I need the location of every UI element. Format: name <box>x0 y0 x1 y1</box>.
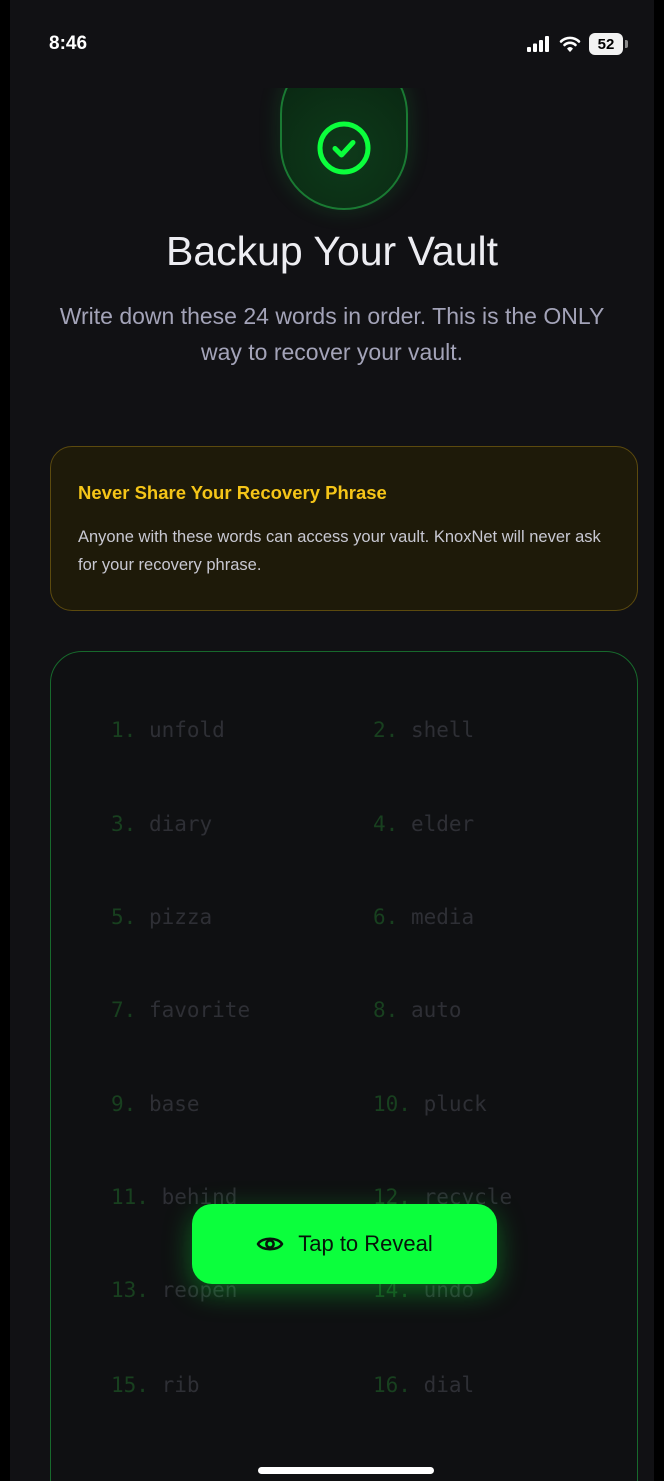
eye-icon <box>256 1237 284 1251</box>
word-number: 6. <box>373 905 399 929</box>
word-number: 11. <box>111 1185 149 1209</box>
word-number: 1. <box>111 718 137 742</box>
word-text: base <box>148 1092 200 1116</box>
word-text: auto <box>410 998 462 1022</box>
phrase-word-16: 16. dial <box>373 1363 603 1407</box>
signal-icon <box>527 36 549 52</box>
status-time: 8:46 <box>49 33 88 54</box>
phrase-word-6: 6. media <box>373 895 603 939</box>
phrase-word-10: 10. pluck <box>373 1082 603 1126</box>
warning-body: Anyone with these words can access your … <box>78 528 601 574</box>
page-title: Backup Your Vault <box>165 228 499 274</box>
phrase-word-7: 7. favorite <box>111 988 341 1032</box>
word-number: 4. <box>373 812 399 836</box>
word-text: pluck <box>423 1092 487 1116</box>
recovery-phrase-card: 1. unfold 2. shell 3. diary 4. elder 5. … <box>50 651 638 1481</box>
status-bar: 8:46 52 <box>10 0 654 88</box>
home-indicator <box>258 1467 434 1474</box>
phrase-word-4: 4. elder <box>373 802 603 846</box>
phrase-word-5: 5. pizza <box>111 895 341 939</box>
phrase-word-2: 2. shell <box>373 708 603 752</box>
phrase-word-3: 3. diary <box>111 802 341 846</box>
word-number: 13. <box>111 1278 149 1302</box>
reveal-button-label: Tap to Reveal <box>298 1231 433 1256</box>
battery-level: 52 <box>589 33 623 55</box>
word-text: diary <box>148 812 213 836</box>
phrase-word-8: 8. auto <box>373 988 603 1032</box>
battery-icon: 52 <box>589 33 628 55</box>
word-text: rib <box>161 1373 200 1397</box>
word-text: shell <box>410 718 475 742</box>
battery-cap <box>625 40 628 48</box>
warning-title: Never Share Your Recovery Phrase <box>78 482 387 503</box>
phrase-word-1: 1. unfold <box>111 708 341 752</box>
check-circle-icon <box>317 121 371 175</box>
phrase-word-9: 9. base <box>111 1082 341 1126</box>
word-text: favorite <box>148 998 251 1022</box>
word-number: 10. <box>373 1092 411 1116</box>
wifi-icon <box>559 36 581 52</box>
word-text: media <box>410 905 475 929</box>
status-icons: 52 <box>527 33 628 55</box>
word-number: 15. <box>111 1373 149 1397</box>
word-text: pizza <box>148 905 213 929</box>
page-subtitle: Write down these 24 words in order. This… <box>59 303 605 365</box>
word-number: 9. <box>111 1092 137 1116</box>
word-text: elder <box>410 812 475 836</box>
word-number: 2. <box>373 718 399 742</box>
word-text: dial <box>423 1373 475 1397</box>
word-number: 5. <box>111 905 137 929</box>
warning-card: Never Share Your Recovery Phrase Anyone … <box>50 446 638 611</box>
word-number: 8. <box>373 998 399 1022</box>
word-number: 16. <box>373 1373 411 1397</box>
word-text: unfold <box>148 718 225 742</box>
word-number: 3. <box>111 812 137 836</box>
phrase-word-15: 15. rib <box>111 1363 341 1407</box>
word-number: 7. <box>111 998 137 1022</box>
backup-vault-screen: 8:46 52 Backup Your Vault Write down the <box>10 0 654 1481</box>
tap-to-reveal-button[interactable]: Tap to Reveal <box>192 1204 497 1284</box>
